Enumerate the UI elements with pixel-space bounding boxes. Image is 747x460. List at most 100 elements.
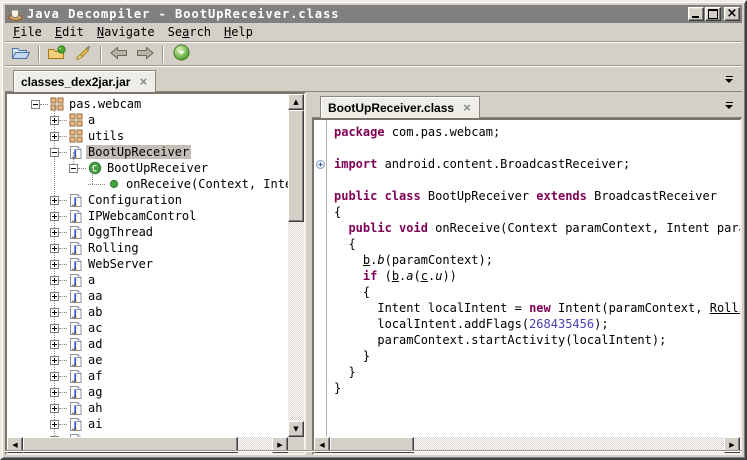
code-token: ( — [377, 269, 391, 283]
app-window: Java Decompiler - BootUpReceiver.class F… — [0, 0, 747, 460]
tree-item-onreceive-context-intent[interactable]: onReceive(Context, Intent) — [7, 176, 288, 192]
tree-item-label: OggThread — [86, 225, 155, 239]
source-view: package com.pas.webcam; import android.c… — [312, 118, 742, 455]
code-token: } — [334, 365, 356, 379]
tree-item-ai[interactable]: Jai — [7, 416, 288, 432]
source-tab-list-dropdown-icon[interactable] — [725, 102, 734, 109]
collapse-minus-icon[interactable] — [31, 100, 40, 109]
code-token: { — [334, 285, 370, 299]
tree-item-a[interactable]: a — [7, 112, 288, 128]
expand-plus-icon[interactable] — [50, 276, 59, 285]
expand-plus-icon[interactable] — [50, 196, 59, 205]
tree-item-ipwebcamcontrol[interactable]: JIPWebcamControl — [7, 208, 288, 224]
tree-item-bootupreceiver[interactable]: CBootUpReceiver — [7, 160, 288, 176]
expand-plus-icon[interactable] — [50, 324, 59, 333]
code-gutter — [314, 120, 327, 437]
java-class-icon: J — [68, 369, 83, 384]
expand-plus-icon[interactable] — [50, 404, 59, 413]
menu-search[interactable]: Search — [162, 23, 217, 41]
tree-item-a[interactable]: Ja — [7, 272, 288, 288]
tree-item-webserver[interactable]: JWebServer — [7, 256, 288, 272]
tree-item-af[interactable]: Jaf — [7, 368, 288, 384]
expand-plus-icon[interactable] — [50, 116, 59, 125]
expand-plus-icon[interactable] — [50, 388, 59, 397]
code-token: localIntent.addFlags( — [334, 317, 529, 331]
tree-connector — [59, 152, 67, 153]
svg-text:J: J — [72, 309, 77, 319]
menu-file[interactable]: File — [7, 23, 48, 41]
title-bar[interactable]: Java Decompiler - BootUpReceiver.class — [5, 5, 742, 23]
code-token: } — [334, 349, 370, 363]
maximize-button[interactable] — [705, 7, 721, 21]
code-line: localIntent.addFlags(268435456); — [334, 316, 740, 332]
keyword-token: extends — [536, 189, 587, 203]
expand-plus-icon[interactable] — [50, 356, 59, 365]
expand-plus-icon[interactable] — [50, 260, 59, 269]
scroll-down-button[interactable] — [288, 421, 304, 437]
menu-edit[interactable]: Edit — [49, 23, 90, 41]
tree-item-utils[interactable]: utils — [7, 128, 288, 144]
svg-text:J: J — [72, 357, 77, 367]
code-token: Intent(paramContext, — [551, 301, 710, 315]
tree-item-aa[interactable]: Jaa — [7, 288, 288, 304]
expand-plus-icon[interactable] — [50, 420, 59, 429]
source-tab-close-icon[interactable] — [462, 101, 472, 115]
tree-item-oggthread[interactable]: JOggThread — [7, 224, 288, 240]
collapse-minus-icon[interactable] — [50, 148, 59, 157]
jar-tab-list-dropdown-icon[interactable] — [725, 76, 734, 83]
scroll-up-button[interactable] — [288, 94, 304, 110]
tree-item-rolling[interactable]: JRolling — [7, 240, 288, 256]
tree-item-ad[interactable]: Jad — [7, 336, 288, 352]
tree-item-configuration[interactable]: JConfiguration — [7, 192, 288, 208]
code-line: } — [334, 348, 740, 364]
search-brush-icon — [74, 45, 92, 64]
tree-item-ag[interactable]: Jag — [7, 384, 288, 400]
toolbar-open-type-button[interactable] — [45, 44, 69, 64]
expand-plus-icon[interactable] — [50, 308, 59, 317]
expand-plus-icon[interactable] — [50, 340, 59, 349]
expand-plus-icon[interactable] — [50, 212, 59, 221]
java-class-icon: J — [68, 401, 83, 416]
keyword-token: if — [363, 269, 377, 283]
tab-classes-dex2jar[interactable]: classes_dex2jar.jar — [13, 70, 156, 92]
java-class-icon: J — [68, 145, 83, 160]
menu-label-part: avigate — [104, 25, 155, 39]
tree-item-bootupreceiver[interactable]: JBootUpReceiver — [7, 144, 288, 160]
tree-vertical-scrollbar[interactable] — [288, 94, 304, 437]
jar-tab-close-icon[interactable] — [138, 75, 148, 89]
tree-item-ae[interactable]: Jae — [7, 352, 288, 368]
app-coffee-cup-icon — [8, 7, 24, 21]
toolbar-back-button[interactable] — [107, 44, 131, 64]
toolbar-open-file-button[interactable] — [9, 44, 33, 64]
code-token: (paramContext); — [385, 253, 493, 267]
jar-tab-label: classes_dex2jar.jar — [21, 75, 130, 89]
code-line: paramContext.startActivity(localIntent); — [334, 332, 740, 348]
menu-navigate[interactable]: Navigate — [91, 23, 161, 41]
tree-item-label: utils — [86, 129, 126, 143]
tab-bootupreceiver-class[interactable]: BootUpReceiver.class — [320, 96, 480, 118]
source-panel: BootUpReceiver.class package com.pas.web… — [312, 92, 742, 455]
tree-item-ah[interactable]: Jah — [7, 400, 288, 416]
tree-item-ab[interactable]: Jab — [7, 304, 288, 320]
expand-plus-icon[interactable] — [50, 292, 59, 301]
tree-item-ac[interactable]: Jac — [7, 320, 288, 336]
tree-connector — [59, 120, 67, 121]
expand-plus-icon[interactable] — [50, 244, 59, 253]
minimize-button[interactable] — [688, 7, 704, 21]
toolbar-forward-button[interactable] — [133, 44, 157, 64]
tree-item-pas-webcam[interactable]: pas.webcam — [7, 96, 288, 112]
close-button[interactable] — [724, 7, 740, 21]
tree-vscroll-thumb[interactable] — [288, 110, 304, 222]
expand-plus-icon[interactable] — [50, 228, 59, 237]
tree-connector — [59, 424, 67, 425]
expand-plus-icon[interactable] — [50, 132, 59, 141]
expand-plus-icon[interactable] — [50, 372, 59, 381]
toolbar-search-brush-button[interactable] — [71, 44, 95, 64]
fold-expand-icon[interactable] — [316, 158, 325, 172]
expand-plus-icon[interactable] — [50, 436, 59, 438]
menu-help[interactable]: Help — [218, 23, 259, 41]
code-line: if (b.a(c.u)) — [334, 268, 740, 284]
code-editor[interactable]: package com.pas.webcam; import android.c… — [328, 120, 740, 437]
collapse-minus-icon[interactable] — [69, 164, 78, 173]
toolbar-open-hierarchy-button[interactable] — [169, 44, 193, 64]
